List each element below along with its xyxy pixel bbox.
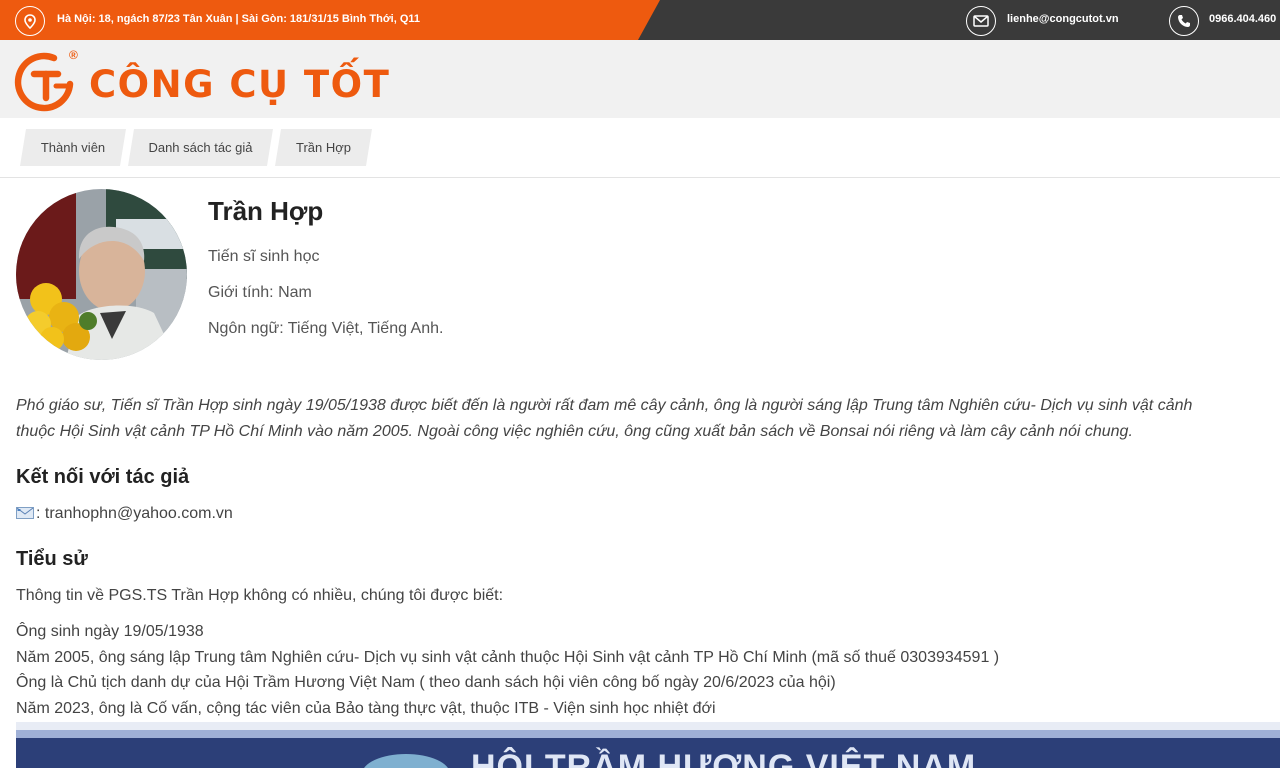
email-icon	[16, 506, 34, 519]
contact-email-link[interactable]: lienhe@congcutot.vn	[1007, 13, 1119, 25]
bio-line: Năm 2005, ông sáng lập Trung tâm Nghiên …	[16, 649, 1000, 666]
site-header: ® CÔNG CỤ TỐT	[0, 40, 1280, 118]
mail-icon[interactable]	[966, 6, 996, 36]
brand-name[interactable]: CÔNG CỤ TỐT	[89, 65, 390, 105]
author-name: Trần Hợp	[208, 196, 324, 226]
event-photo: HỘI TRẦM HƯƠNG VIỆT NAM	[16, 722, 1280, 768]
intro-line: Phó giáo sư, Tiến sĩ Trần Hợp sinh ngày …	[16, 397, 1193, 414]
banner-text: HỘI TRẦM HƯƠNG VIỆT NAM	[471, 748, 977, 768]
author-email[interactable]: : tranhophn@yahoo.com.vn	[16, 505, 233, 523]
author-title: Tiến sĩ sinh học	[208, 248, 320, 265]
breadcrumb-item-authors[interactable]: Danh sách tác giả	[128, 129, 273, 166]
author-email-text[interactable]: : tranhophn@yahoo.com.vn	[36, 505, 233, 522]
phone-icon[interactable]	[1169, 6, 1199, 36]
intro-line: thuộc Hội Sinh vật cảnh TP Hồ Chí Minh v…	[16, 423, 1133, 440]
top-bar: Hà Nội: 18, ngách 87/23 Tân Xuân | Sài G…	[0, 0, 1280, 40]
breadcrumb: Thành viên Danh sách tác giả Trần Hợp	[0, 118, 1280, 178]
bio-lead: Thông tin về PGS.TS Trần Hợp không có nh…	[16, 587, 504, 604]
bio-line: Năm 2023, ông là Cố vấn, cộng tác viên c…	[16, 700, 716, 717]
bio-line: Ông là Chủ tịch danh dự của Hội Trầm Hươ…	[16, 674, 836, 691]
author-intro: Phó giáo sư, Tiến sĩ Trần Hợp sinh ngày …	[16, 393, 1280, 445]
registered-mark: ®	[69, 48, 78, 62]
bio-line: Ông sinh ngày 19/05/1938	[16, 623, 204, 640]
location-icon	[15, 6, 45, 36]
store-addresses: Hà Nội: 18, ngách 87/23 Tân Xuân | Sài G…	[57, 13, 421, 25]
logo-icon[interactable]: ®	[14, 48, 84, 119]
author-avatar	[16, 189, 187, 360]
breadcrumb-item-members[interactable]: Thành viên	[20, 129, 126, 166]
contact-phone-link[interactable]: 0966.404.460	[1209, 13, 1276, 25]
breadcrumb-item-current[interactable]: Trần Hợp	[275, 129, 372, 166]
bio-heading: Tiểu sử	[16, 548, 88, 570]
connect-heading: Kết nối với tác giả	[16, 466, 190, 488]
author-languages: Ngôn ngữ: Tiếng Việt, Tiếng Anh.	[208, 320, 444, 337]
author-gender: Giới tính: Nam	[208, 284, 312, 301]
